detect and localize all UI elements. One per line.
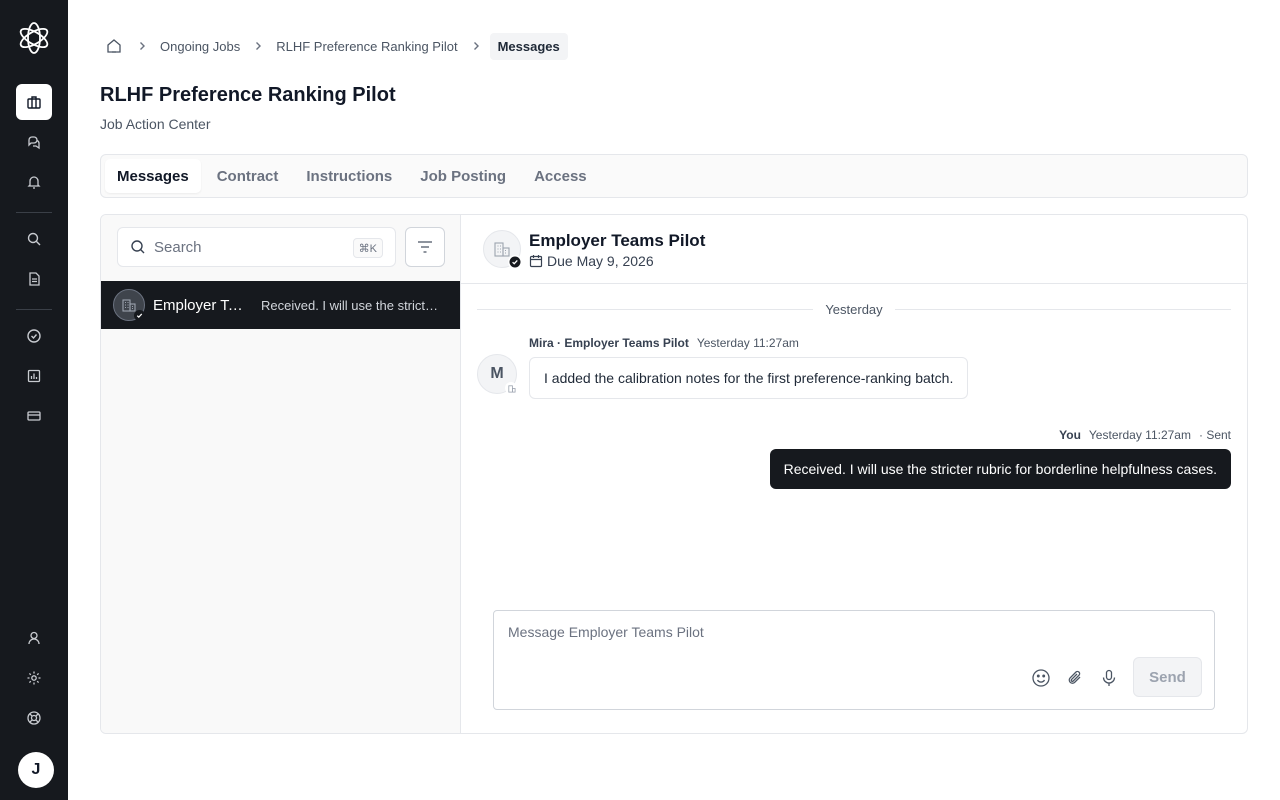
user-icon	[28, 631, 40, 645]
search-icon	[27, 232, 41, 246]
home-icon[interactable]	[100, 32, 128, 60]
briefcase-icon	[27, 96, 41, 109]
message-bubble-outgoing: Received. I will use the stricter rubric…	[769, 449, 1231, 489]
logo-icon[interactable]	[16, 20, 52, 56]
chat-icon	[28, 136, 40, 150]
microphone-icon[interactable]	[1098, 667, 1120, 689]
nav-documents[interactable]	[16, 261, 52, 297]
nav-jobs[interactable]	[16, 84, 52, 120]
chevron-right-icon	[128, 41, 156, 51]
conversation-avatar	[113, 289, 145, 321]
sidebar: J	[0, 0, 68, 800]
nav-analytics[interactable]	[16, 358, 52, 394]
day-separator: Yesterday	[477, 301, 1231, 317]
message-composer: Send	[493, 610, 1215, 710]
tab-instructions[interactable]: Instructions	[294, 159, 404, 193]
page-subtitle: Job Action Center	[100, 116, 211, 132]
message-meta: Mira · Employer Teams Pilot Yesterday 11…	[529, 336, 799, 350]
sidebar-divider	[16, 212, 52, 213]
sender-avatar: M	[477, 354, 517, 394]
search-input[interactable]	[154, 238, 344, 256]
page-title: RLHF Preference Ranking Pilot	[100, 84, 396, 106]
breadcrumb-current: Messages	[489, 32, 568, 60]
conversation-preview: Received. I will use the stricter rubric…	[261, 297, 441, 313]
due-date-text: Due May 9, 2026	[547, 253, 654, 269]
chat-area: Employer Teams Pilot Due May 9, 2026 Yes…	[461, 215, 1247, 733]
emoji-icon[interactable]	[1030, 667, 1052, 689]
message-status: · Sent	[1198, 428, 1231, 442]
nav-billing[interactable]	[16, 398, 52, 434]
check-circle-icon	[27, 329, 41, 343]
tab-messages[interactable]: Messages	[105, 159, 201, 193]
nav-search[interactable]	[16, 221, 52, 257]
verified-badge-icon	[508, 255, 522, 269]
chart-icon	[27, 369, 41, 383]
main-content: Ongoing Jobs RLHF Preference Ranking Pil…	[100, 0, 1248, 800]
help-icon	[27, 711, 41, 725]
chat-title: Employer Teams Pilot	[529, 231, 706, 250]
nav-notifications[interactable]	[16, 164, 52, 200]
messages-panel: ⌘K Employer Teams Pilot Received. I will…	[100, 214, 1248, 734]
tab-job-posting[interactable]: Job Posting	[408, 159, 518, 193]
conversation-list: ⌘K Employer Teams Pilot Received. I will…	[101, 215, 461, 733]
chat-header: Employer Teams Pilot Due May 9, 2026	[461, 215, 1247, 284]
due-date: Due May 9, 2026	[529, 253, 654, 269]
tab-access[interactable]: Access	[522, 159, 599, 193]
message-meta: You Yesterday 11:27am · Sent	[1059, 428, 1231, 442]
nav-profile[interactable]	[16, 620, 52, 656]
day-separator-label: Yesterday	[825, 301, 883, 317]
conversation-item[interactable]: Employer Teams Pilot Received. I will us…	[101, 281, 460, 329]
search-box[interactable]: ⌘K	[117, 227, 396, 267]
credit-card-icon	[27, 411, 41, 421]
breadcrumb: Ongoing Jobs RLHF Preference Ranking Pil…	[100, 32, 568, 60]
shortcut-hint: ⌘K	[352, 238, 383, 258]
filter-icon	[418, 241, 432, 253]
nav-settings[interactable]	[16, 660, 52, 696]
user-avatar[interactable]: J	[18, 752, 54, 788]
send-button[interactable]: Send	[1133, 657, 1202, 697]
nav-help[interactable]	[16, 700, 52, 736]
message-sender: You	[1059, 428, 1081, 442]
nav-messages[interactable]	[16, 124, 52, 160]
building-icon	[505, 382, 517, 394]
nav-tasks[interactable]	[16, 318, 52, 354]
verified-badge-icon	[134, 310, 145, 321]
calendar-icon	[529, 255, 543, 268]
chevron-right-icon	[244, 41, 272, 51]
document-icon	[29, 272, 40, 286]
tab-bar: Messages Contract Instructions Job Posti…	[100, 154, 1248, 198]
sidebar-divider	[16, 309, 52, 310]
breadcrumb-ongoing-jobs[interactable]: Ongoing Jobs	[156, 39, 244, 54]
paperclip-icon[interactable]	[1064, 667, 1086, 689]
chevron-right-icon	[462, 41, 490, 51]
search-icon	[131, 240, 145, 254]
message-sender: Mira · Employer Teams Pilot	[529, 336, 689, 350]
filter-button[interactable]	[405, 227, 445, 267]
message-input[interactable]	[508, 624, 1188, 640]
breadcrumb-job[interactable]: RLHF Preference Ranking Pilot	[272, 39, 461, 54]
tab-contract[interactable]: Contract	[205, 159, 291, 193]
message-time: Yesterday 11:27am	[1088, 428, 1191, 442]
bell-icon	[27, 176, 41, 189]
gear-icon	[27, 671, 41, 685]
message-bubble-incoming: I added the calibration notes for the fi…	[529, 357, 969, 399]
conversation-name: Employer Teams Pilot	[153, 296, 251, 314]
message-time: Yesterday 11:27am	[696, 336, 799, 350]
chat-avatar	[483, 230, 522, 269]
